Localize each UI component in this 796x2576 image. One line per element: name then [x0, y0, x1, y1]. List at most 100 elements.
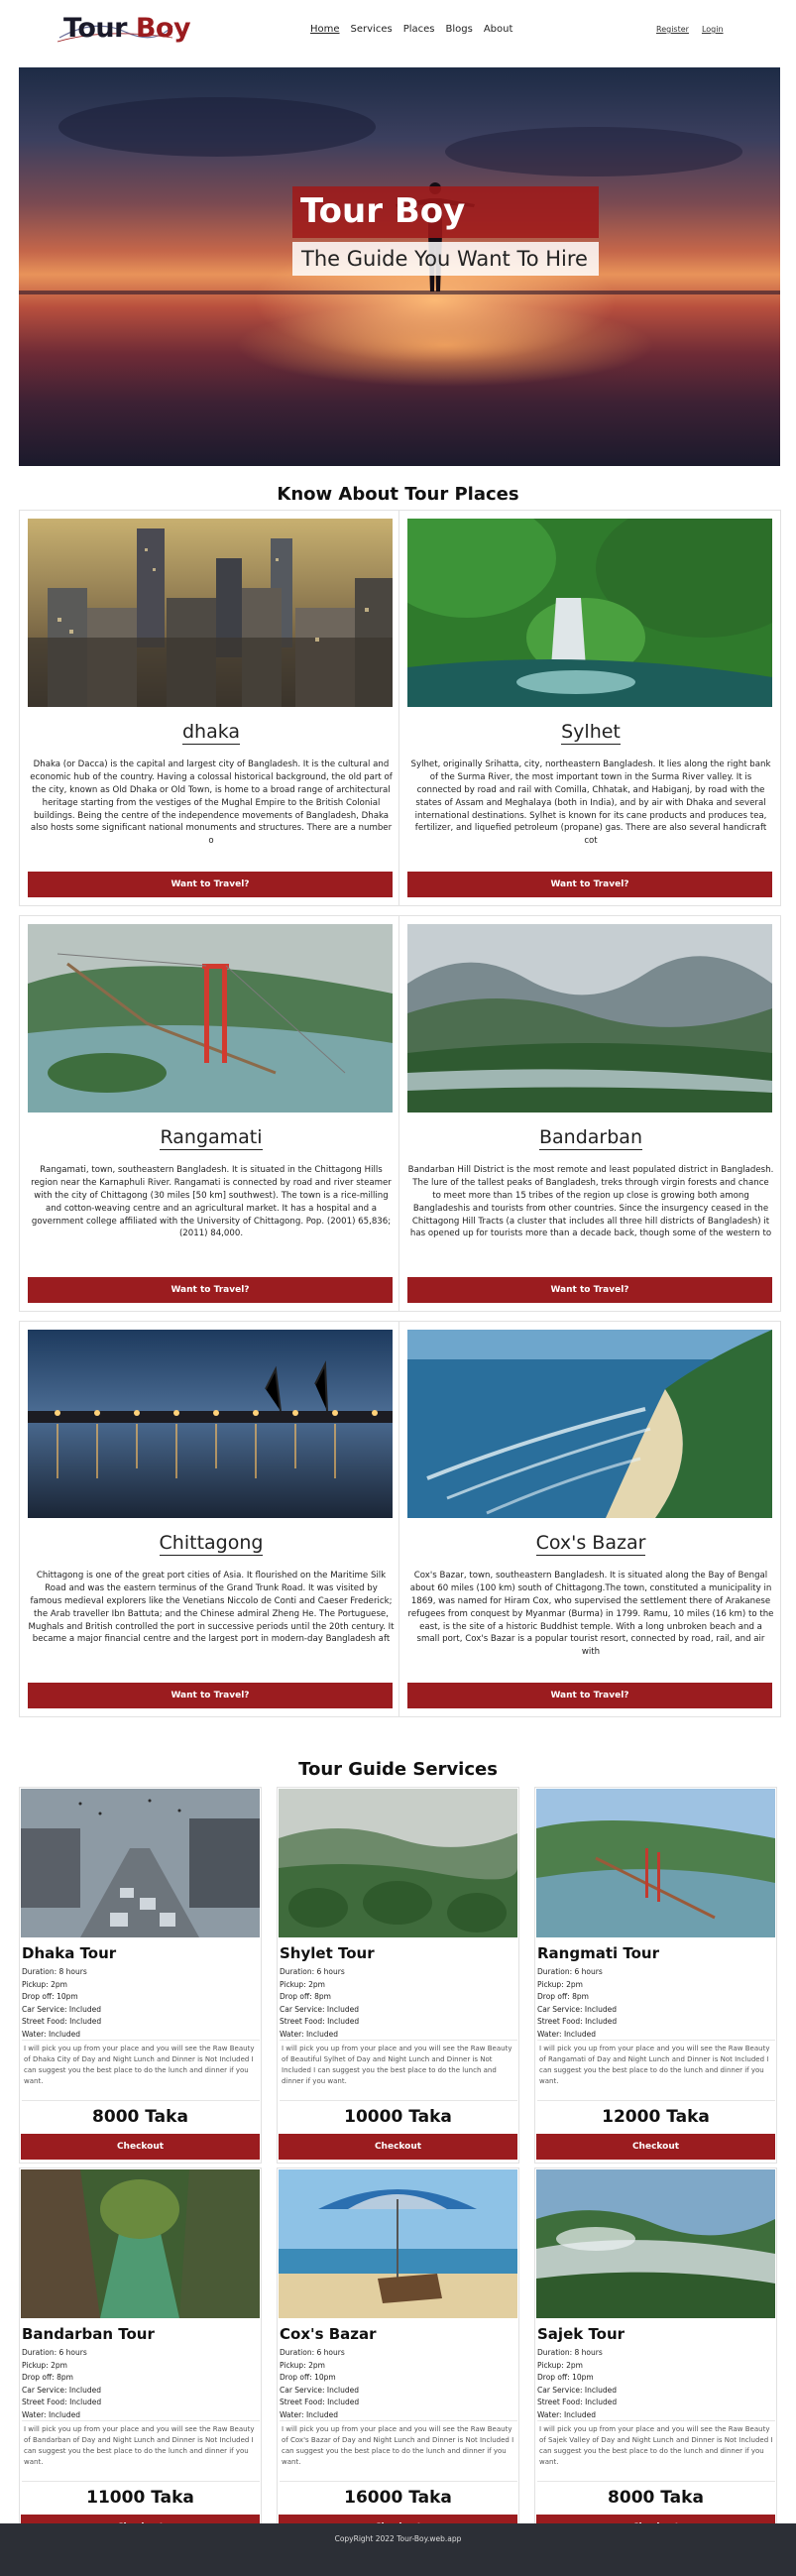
guide-card-sylhet: Shylet Tour Duration: 6 hours Pickup: 2p…: [277, 1787, 519, 2164]
guide-duration: Duration: 6 hours: [537, 1967, 603, 1976]
hero-title: Tour Boy: [300, 191, 466, 231]
guide-details: Duration: 6 hours Pickup: 2pm Drop off: …: [280, 2347, 359, 2422]
guide-details: Duration: 6 hours Pickup: 2pm Drop off: …: [537, 1966, 617, 2042]
guide-name: Shylet Tour: [280, 1944, 375, 1962]
checkout-button[interactable]: Checkout: [279, 2134, 517, 2160]
guide-duration: Duration: 6 hours: [22, 2348, 87, 2357]
guide-pickup: Pickup: 2pm: [22, 2360, 67, 2370]
hero-cloud: [58, 97, 376, 157]
place-card-rangamati: Rangamati Rangamati, town, southeastern …: [19, 915, 401, 1312]
guide-description: I will pick you up from your place and y…: [280, 2040, 517, 2101]
guide-card-dhaka: Dhaka Tour Duration: 8 hours Pickup: 2pm…: [19, 1787, 262, 2164]
guide-car-service: Car Service: Included: [22, 2385, 101, 2395]
guide-price: 10000 Taka: [344, 2107, 452, 2127]
guide-duration: Duration: 6 hours: [280, 2348, 345, 2357]
nav-blogs[interactable]: Blogs: [446, 24, 473, 35]
guide-description: I will pick you up from your place and y…: [22, 2420, 260, 2482]
want-to-travel-button[interactable]: Want to Travel?: [28, 872, 393, 897]
want-to-travel-button[interactable]: Want to Travel?: [407, 1683, 772, 1708]
nav-home[interactable]: Home: [310, 24, 340, 35]
guide-street-food: Street Food: Included: [537, 2017, 618, 2027]
guide-details: Duration: 8 hours Pickup: 2pm Drop off: …: [22, 1966, 101, 2042]
want-to-travel-button[interactable]: Want to Travel?: [28, 1277, 393, 1303]
guide-card-coxs-bazar: Cox's Bazar Duration: 6 hours Pickup: 2p…: [277, 2167, 519, 2544]
guide-car-service: Car Service: Included: [537, 2004, 617, 2014]
nav-services[interactable]: Services: [351, 24, 393, 35]
guide-dropoff: Drop off: 8pm: [22, 2373, 73, 2383]
guide-details: Duration: 6 hours Pickup: 2pm Drop off: …: [280, 1966, 359, 2042]
guide-pickup: Pickup: 2pm: [22, 1979, 67, 1989]
guide-name: Bandarban Tour: [22, 2325, 155, 2343]
checkout-button[interactable]: Checkout: [536, 2134, 775, 2160]
main-nav: Home Services Places Blogs About: [310, 24, 512, 35]
place-name: Chittagong: [159, 1532, 264, 1556]
want-to-travel-button[interactable]: Want to Travel?: [407, 1277, 772, 1303]
guide-description: I will pick you up from your place and y…: [22, 2040, 260, 2101]
guide-image-dhaka: [21, 1789, 260, 1937]
guide-name: Cox's Bazar: [280, 2325, 377, 2343]
logo-word-tour: Tour: [63, 13, 127, 44]
guide-description: I will pick you up from your place and y…: [537, 2040, 775, 2101]
guide-street-food: Street Food: Included: [280, 2398, 360, 2407]
place-description: Chittagong is one of the great port citi…: [28, 1571, 395, 1645]
footer-copyright: CopyRight 2022 Tour-Boy.web.app: [334, 2534, 462, 2543]
guide-street-food: Street Food: Included: [537, 2398, 618, 2407]
guide-street-food: Street Food: Included: [22, 2398, 102, 2407]
place-name: dhaka: [181, 721, 241, 745]
guide-street-food: Street Food: Included: [22, 2017, 102, 2027]
place-image-rangamati: [28, 924, 393, 1112]
guide-dropoff: Drop off: 8pm: [537, 1992, 589, 2002]
guide-card-sajek: Sajek Tour Duration: 8 hours Pickup: 2pm…: [534, 2167, 777, 2544]
guide-image-sylhet: [279, 1789, 517, 1937]
guide-car-service: Car Service: Included: [22, 2004, 101, 2014]
guide-pickup: Pickup: 2pm: [280, 2360, 325, 2370]
guide-price: 12000 Taka: [602, 2107, 710, 2127]
place-description: Dhaka (or Dacca) is the capital and larg…: [30, 760, 393, 847]
login-link[interactable]: Login: [702, 25, 724, 34]
hero-subtitle: The Guide You Want To Hire: [301, 247, 588, 271]
places-section-title: Know About Tour Places: [277, 484, 519, 505]
guide-duration: Duration: 8 hours: [22, 1967, 87, 1976]
guide-description: I will pick you up from your place and y…: [537, 2420, 775, 2482]
guide-street-food: Street Food: Included: [280, 2017, 360, 2027]
guide-price: 8000 Taka: [92, 2107, 188, 2127]
place-name: Cox's Bazar: [535, 1532, 646, 1556]
footer: [0, 2523, 796, 2576]
guide-price: 16000 Taka: [344, 2488, 452, 2508]
hero-cloud: [445, 127, 742, 176]
guide-image-coxs-bazar: [279, 2169, 517, 2318]
place-description: Sylhet, originally Srihatta, city, north…: [410, 760, 771, 847]
place-name: Bandarban: [539, 1126, 642, 1150]
guide-pickup: Pickup: 2pm: [537, 2360, 583, 2370]
place-name: Rangamati: [160, 1126, 263, 1150]
brand-logo[interactable]: Tour Boy: [56, 8, 191, 48]
place-card-bandarban: Bandarban Bandarban Hill District is the…: [398, 915, 781, 1312]
want-to-travel-button[interactable]: Want to Travel?: [28, 1683, 393, 1708]
guides-section-title: Tour Guide Services: [298, 1759, 498, 1780]
checkout-button[interactable]: Checkout: [21, 2134, 260, 2160]
place-card-coxs-bazar: Cox's Bazar Cox's Bazar, town, southeast…: [398, 1321, 781, 1717]
logo-word-boy: Boy: [135, 13, 191, 44]
register-link[interactable]: Register: [656, 25, 689, 34]
guide-image-sajek: [536, 2169, 775, 2318]
place-image-dhaka: [28, 519, 393, 707]
guide-dropoff: Drop off: 10pm: [280, 2373, 336, 2383]
auth-links: Register Login: [656, 25, 724, 34]
place-card-chittagong: Chittagong Chittagong is one of the grea…: [19, 1321, 401, 1717]
guide-dropoff: Drop off: 8pm: [280, 1992, 331, 2002]
guide-image-bandarban: [21, 2169, 260, 2318]
guide-image-rangamati: [536, 1789, 775, 1937]
place-image-bandarban: [407, 924, 772, 1112]
guide-details: Duration: 8 hours Pickup: 2pm Drop off: …: [537, 2347, 617, 2422]
guide-name: Rangmati Tour: [537, 1944, 659, 1962]
guide-card-rangamati: Rangmati Tour Duration: 6 hours Pickup: …: [534, 1787, 777, 2164]
guide-pickup: Pickup: 2pm: [537, 1979, 583, 1989]
place-name: Sylhet: [561, 721, 621, 745]
guide-car-service: Car Service: Included: [280, 2004, 359, 2014]
nav-places[interactable]: Places: [403, 24, 435, 35]
place-description: Cox's Bazar, town, southeastern Banglade…: [407, 1571, 774, 1658]
nav-about[interactable]: About: [484, 24, 513, 35]
guide-dropoff: Drop off: 10pm: [22, 1992, 78, 2002]
want-to-travel-button[interactable]: Want to Travel?: [407, 872, 772, 897]
guide-duration: Duration: 8 hours: [537, 2348, 603, 2357]
